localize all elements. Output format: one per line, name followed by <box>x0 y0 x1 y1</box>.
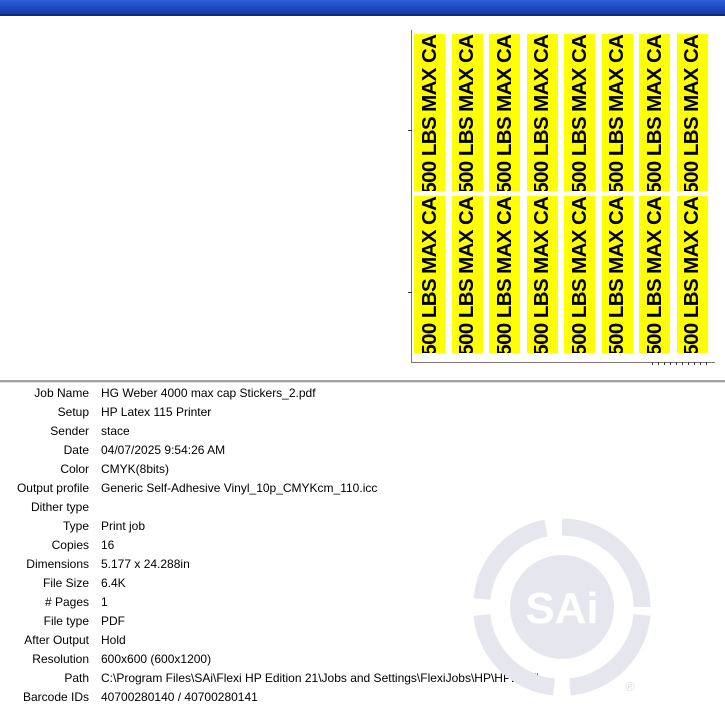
property-value: CMYK(8bits) <box>101 462 170 476</box>
property-row: Setup HP Latex 115 Printer <box>0 403 725 422</box>
ruler-tick <box>688 362 689 365</box>
svg-text:®: ® <box>625 679 635 694</box>
property-key: Job Name <box>34 386 89 400</box>
sticker-label: 2500 LBS MAX CAP <box>639 196 670 353</box>
property-row: Job Name HG Weber 4000 max cap Stickers_2… <box>0 384 725 403</box>
property-value: HP Latex 115 Printer <box>101 405 212 419</box>
sticker-label: 2500 LBS MAX CAP <box>451 34 483 191</box>
ruler-tick <box>408 130 412 131</box>
property-value: 5.177 x 24.288in <box>101 557 190 571</box>
property-key: # Pages <box>44 595 89 609</box>
property-key: Path <box>64 671 89 685</box>
property-key: Barcode IDs <box>22 690 89 704</box>
sai-logo-watermark: SAi ® <box>473 518 651 696</box>
property-value: 600x600 (600x1200) <box>101 652 212 666</box>
property-key: Dither type <box>30 500 89 514</box>
ruler-tick <box>670 362 671 365</box>
property-key: Dimensions <box>26 557 89 571</box>
property-value: Hold <box>101 633 126 647</box>
sticker-label-text: 2500 LBS MAX CAP <box>530 34 553 191</box>
sticker-label: 2500 LBS MAX CAP <box>414 34 445 191</box>
job-preview-pane: 2500 LBS MAX CAP 2500 LBS MAX CAP 2500 LBS… <box>0 16 725 380</box>
property-key: Date <box>63 443 89 457</box>
sticker-label-text: 2500 LBS MAX CAP <box>567 196 591 353</box>
property-row: Output profile Generic Self-Adhesive Viny… <box>0 479 725 498</box>
property-value: Generic Self-Adhesive Vinyl_10p_CMYKcm_1… <box>101 481 378 495</box>
property-row: Color CMYK(8bits) <box>0 460 725 479</box>
property-key: Copies <box>51 538 89 552</box>
property-value: stace <box>101 424 130 438</box>
property-row: Sender stace <box>0 422 725 441</box>
sticker-label-text: 2500 LBS MAX CAP <box>455 196 478 353</box>
property-key: Setup <box>57 405 89 419</box>
property-value: 6.4K <box>101 576 126 590</box>
sticker-label-text: 2500 LBS MAX CAP <box>642 34 666 191</box>
sticker-label-text: 2500 LBS MAX CAP <box>492 34 516 191</box>
sticker-label-text: 2500 LBS MAX CAP <box>680 34 703 191</box>
sticker-label: 2500 LBS MAX CAP <box>451 196 483 353</box>
sticker-label: 2500 LBS MAX CAP <box>564 196 595 353</box>
property-key: Type <box>62 519 89 533</box>
sticker-label: 2500 LBS MAX CAP <box>639 34 670 191</box>
sticker-label: 2500 LBS MAX CAP <box>526 196 558 353</box>
ruler-tick <box>658 362 659 365</box>
property-value: PDF <box>101 614 125 628</box>
sticker-label: 2500 LBS MAX CAP <box>489 34 520 191</box>
sticker-label-text: 2500 LBS MAX CAP <box>605 34 628 191</box>
property-value: 40700280140 / 40700280141 <box>101 690 258 704</box>
ruler-tick <box>664 362 665 365</box>
ruler-tick <box>652 362 653 365</box>
sticker-label-text: 2500 LBS MAX CAP <box>455 34 478 191</box>
pane-divider[interactable] <box>0 380 725 383</box>
sticker-label-text: 2500 LBS MAX CAP <box>642 196 666 353</box>
ruler-tick <box>694 362 695 365</box>
property-key: Color <box>60 462 89 476</box>
sticker-label: 2500 LBS MAX CAP <box>414 196 445 353</box>
sticker-label: 2500 LBS MAX CAP <box>564 34 595 191</box>
sticker-label: 2500 LBS MAX CAP <box>601 196 633 353</box>
sticker-label: 2500 LBS MAX CAP <box>676 196 708 353</box>
property-key: Output profile <box>16 481 89 495</box>
ruler-tick <box>408 292 412 293</box>
sticker-label: 2500 LBS MAX CAP <box>489 196 520 353</box>
ruler-tick <box>682 362 683 365</box>
window-title-bar <box>0 0 725 16</box>
sticker-label-text: 2500 LBS MAX CAP <box>530 196 553 353</box>
print-preview-sheet: 2500 LBS MAX CAP 2500 LBS MAX CAP 2500 LBS… <box>408 30 715 365</box>
ruler-tick <box>676 362 677 365</box>
property-value: HG Weber 4000 max cap Stickers_2.pdf <box>101 386 316 400</box>
sticker-label-text: 2500 LBS MAX CAP <box>605 196 628 353</box>
ruler-tick <box>706 362 707 365</box>
property-row: Date 04/07/2025 9:54:26 AM <box>0 441 725 460</box>
sticker-label-text: 2500 LBS MAX CAP <box>492 196 516 353</box>
property-value: Print job <box>101 519 146 533</box>
property-key: Sender <box>50 424 89 438</box>
property-value: 04/07/2025 9:54:26 AM <box>101 443 226 457</box>
sticker-label-text: 2500 LBS MAX CAP <box>417 196 441 353</box>
property-key: File type <box>43 614 89 628</box>
property-value: 16 <box>101 538 115 552</box>
property-key: Resolution <box>32 652 89 666</box>
ruler-tick <box>700 362 701 365</box>
property-key: After Output <box>24 633 89 647</box>
sticker-label-text: 2500 LBS MAX CAP <box>417 34 441 191</box>
sticker-label-text: 2500 LBS MAX CAP <box>680 196 703 353</box>
property-key: File Size <box>42 576 89 590</box>
sticker-label: 2500 LBS MAX CAP <box>526 34 558 191</box>
property-value: 1 <box>101 595 108 609</box>
sticker-label: 2500 LBS MAX CAP <box>601 34 633 191</box>
sticker-label: 2500 LBS MAX CAP <box>676 34 708 191</box>
sticker-label-text: 2500 LBS MAX CAP <box>567 34 591 191</box>
svg-text:SAi: SAi <box>525 584 598 633</box>
